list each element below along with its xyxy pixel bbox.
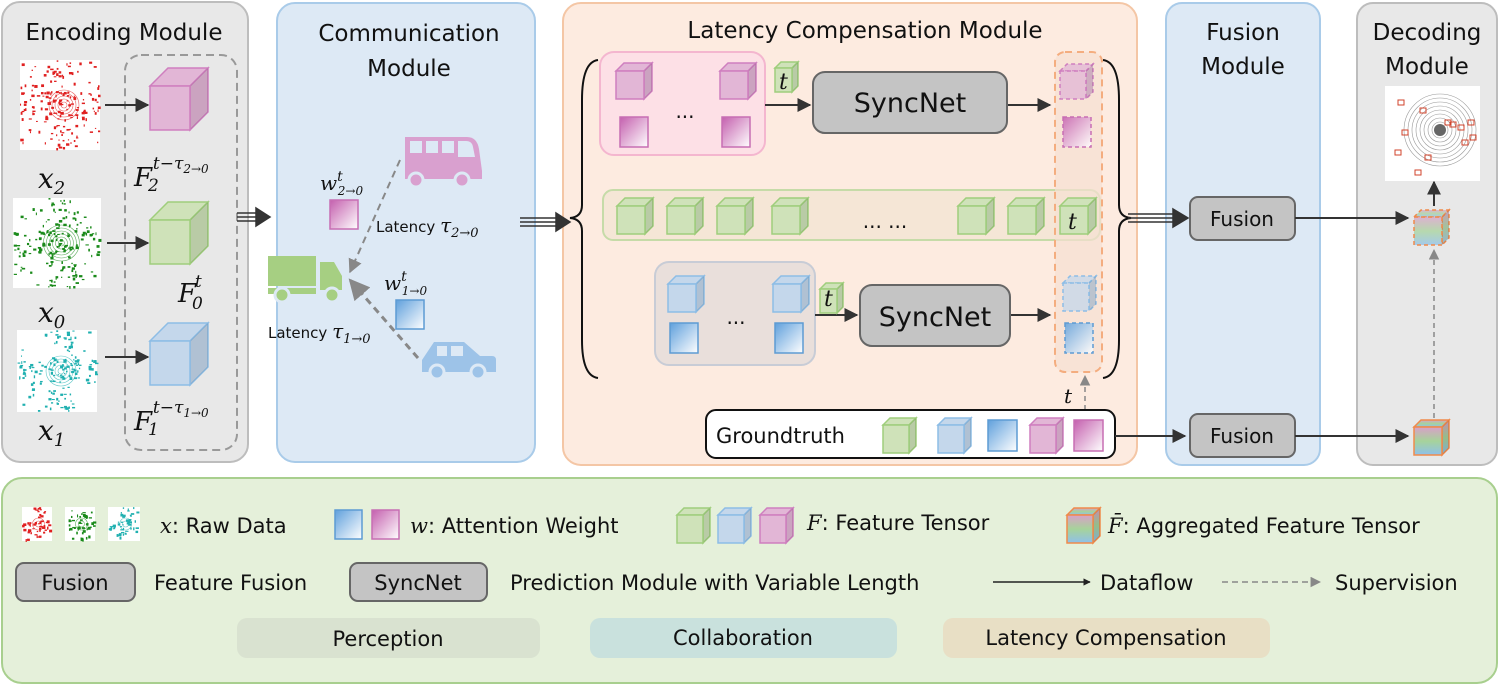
groundtruth-weight-agent2: [1073, 419, 1104, 452]
legend-feature-cube-pink: [758, 506, 795, 545]
legend-pill-latency-compensation: Latency Compensation: [943, 618, 1270, 658]
raw-lidar-x0: [13, 198, 102, 289]
ellipsis-agent1: ...: [726, 305, 745, 329]
fusion-module-title-line2: Module: [1201, 54, 1285, 80]
communication-module-title-line1: Communication: [318, 21, 499, 47]
legend-dataflow: Dataflow: [1100, 571, 1193, 595]
history-weight-agent1: [669, 322, 699, 354]
current-cube-ego: [1058, 196, 1098, 236]
legend-aggregated-feature-tensor: F̄: Aggregated Feature Tensor: [1107, 513, 1420, 538]
legend-feature-cube-green: [675, 506, 712, 545]
svg-text:Fusion: Fusion: [1210, 424, 1274, 448]
legend-raw-lidar-red: [22, 507, 53, 542]
fusion-box-top: Fusion: [1189, 196, 1296, 241]
groundtruth-label: Groundtruth: [716, 424, 845, 448]
feature-cube-ego: [148, 200, 210, 266]
timestamp-t-label: t: [1068, 210, 1077, 235]
svg-text:Perception: Perception: [332, 627, 443, 651]
aggregated-feature-cube: [1412, 208, 1451, 247]
legend-attention-weight: w: Attention Weight: [410, 514, 619, 538]
fusion-box-bottom: Fusion: [1189, 413, 1296, 458]
framework-diagram: Encoding Module Communication Module Lat…: [1, 1, 1498, 684]
raw-lidar-x1: [17, 330, 99, 412]
decoding-module-title-line2: Module: [1385, 54, 1469, 80]
latency-module-title: Latency Compensation Module: [687, 18, 1042, 44]
legend-raw-lidar-green: [65, 507, 97, 542]
label-t-supervision: t: [1064, 384, 1073, 408]
legend-pill-collaboration: Collaboration: [590, 618, 897, 658]
history-cube-agent1: [771, 274, 811, 314]
compensated-cube-agent2: [1058, 62, 1095, 101]
timestamp-t-label: t: [779, 70, 788, 95]
svg-text:Collaboration: Collaboration: [673, 626, 813, 650]
history-cube-agent1: [666, 274, 706, 314]
compensated-weight-agent1: [1064, 322, 1094, 354]
svg-text:SyncNet: SyncNet: [854, 88, 966, 119]
compensated-weight-agent2: [1062, 116, 1092, 148]
legend-raw-lidar-cyan: [108, 507, 140, 541]
groundtruth-cube-ego: [881, 416, 918, 455]
svg-text:Latency Compensation: Latency Compensation: [985, 626, 1226, 650]
history-cube-ego: [1006, 196, 1046, 236]
legend-pill-perception: Perception: [237, 618, 540, 658]
svg-text:SyncNet: SyncNet: [879, 302, 991, 333]
legend-aggregated-cube: [1065, 506, 1102, 545]
history-cube-agent2: [718, 61, 758, 101]
legend-attention-weight-blue: [334, 509, 363, 540]
legend-supervision: Supervision: [1335, 571, 1458, 595]
legend-feature-tensor: F: Feature Tensor: [806, 511, 990, 535]
attention-weight-w1: [395, 299, 425, 330]
groundtruth-cube-agent1: [936, 416, 973, 455]
groundtruth-weight-agent1: [987, 419, 1018, 452]
svg-text:Fusion: Fusion: [1210, 207, 1274, 231]
history-cube-ego: [665, 196, 705, 236]
legend-prediction-module: Prediction Module with Variable Length: [510, 571, 919, 595]
history-weight-agent2: [619, 116, 649, 148]
svg-text:SyncNet: SyncNet: [374, 571, 461, 595]
history-cube-agent2: [614, 61, 654, 101]
legend-feature-fusion: Feature Fusion: [154, 571, 307, 595]
detection-output-image: [1385, 86, 1480, 181]
history-weight-agent2: [721, 116, 751, 148]
feature-cube-agent1: [148, 321, 210, 387]
aggregated-feature-cube-gt: [1412, 418, 1451, 457]
history-cube-ego: [715, 196, 755, 236]
decoding-module-title-line1: Decoding: [1373, 20, 1482, 46]
attention-weight-w2: [329, 199, 359, 230]
history-cube-ego: [956, 196, 996, 236]
encoding-module-title: Encoding Module: [26, 20, 223, 46]
fusion-module-title-line1: Fusion: [1206, 20, 1280, 46]
syncnet-top: SyncNet: [812, 71, 1008, 134]
ellipsis-agent2: ...: [675, 99, 694, 123]
legend-raw-data: x: Raw Data: [160, 514, 287, 538]
raw-lidar-x2: [20, 60, 101, 151]
legend-feature-cube-blue: [716, 506, 753, 545]
timestamp-t-label: t: [824, 287, 833, 312]
legend-fusion-box: Fusion: [15, 562, 136, 602]
groundtruth-cube-agent2: [1028, 416, 1065, 455]
history-weight-agent1: [774, 322, 804, 354]
svg-text:Fusion: Fusion: [41, 571, 108, 595]
compensated-cube-agent1: [1061, 274, 1098, 313]
legend-syncnet-box: SyncNet: [349, 562, 488, 602]
feature-cube-agent2: [148, 66, 210, 132]
syncnet-bottom: SyncNet: [859, 284, 1011, 347]
history-cube-ego: [615, 196, 655, 236]
ellipsis-ego: ... ...: [863, 209, 908, 233]
communication-module-title-line2: Module: [367, 56, 451, 82]
history-cube-ego: [770, 196, 810, 236]
legend-attention-weight-pink: [371, 509, 400, 540]
